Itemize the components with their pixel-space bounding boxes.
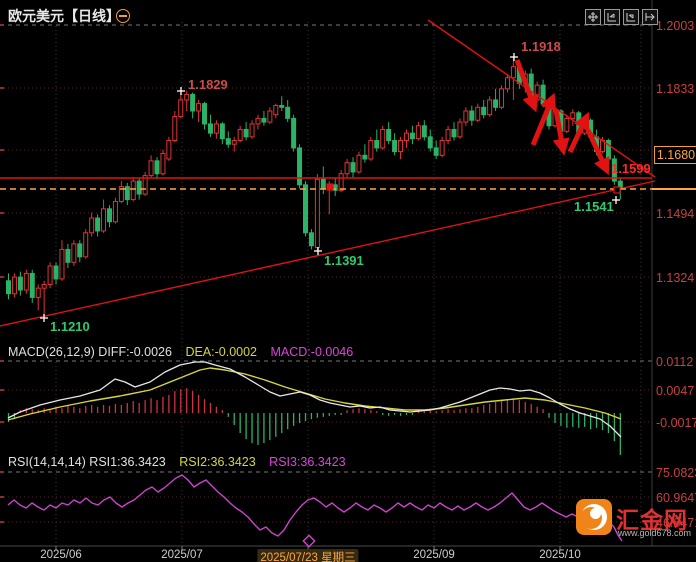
price-annotation-label: 1.1391	[324, 253, 364, 268]
macd-axis-label: -0.0017	[656, 416, 696, 430]
macd-params-diff: MACD(26,12,9) DIFF:-0.0026	[8, 345, 172, 359]
price-annotation-label: 1.1918	[521, 39, 561, 54]
macd-header: MACD(26,12,9) DIFF:-0.0026 DEA:-0.0002 M…	[8, 345, 363, 359]
macd-dea-value: DEA:-0.0002	[185, 345, 258, 359]
rsi3-value: RSI3:36.3423	[269, 455, 346, 469]
price-annotation-label: 1.1599	[611, 161, 651, 176]
scale-left-axis-icon[interactable]	[604, 9, 620, 25]
rsi-axis-label: 75.0823	[656, 466, 696, 480]
price-annotation-label: 1.1541	[574, 199, 614, 214]
trading-chart-app: 欧元美元【日线】 1.2003 1.1833 1.1680 1.1494 1.1…	[0, 0, 696, 562]
watermark-url: www.gold678.com	[618, 528, 692, 538]
scale-right-axis-icon[interactable]	[623, 9, 639, 25]
chart-title: 欧元美元【日线】	[8, 8, 120, 24]
chart-canvas[interactable]	[0, 0, 696, 562]
macd-axis-label: 0.0047	[656, 384, 695, 398]
zoom-out-icon[interactable]	[116, 9, 130, 23]
current-price-box: 1.1680	[654, 146, 696, 164]
price-axis-label: 1.2003	[656, 19, 695, 33]
gold678-logo-icon	[576, 499, 612, 535]
date-axis-label: 2025/06	[40, 549, 82, 561]
rsi2-value: RSI2:36.3423	[179, 455, 256, 469]
date-axis-label: 2025/09	[413, 549, 455, 561]
price-annotation-label: 1.1829	[188, 77, 228, 92]
date-axis-label: 2025/07	[161, 549, 203, 561]
rsi-header: RSI(14,14,14) RSI1:36.3423 RSI2:36.3423 …	[8, 455, 356, 469]
date-axis-label: 2025/10	[539, 549, 581, 561]
watermark-logo: 汇金网 www.gold678.com	[576, 499, 696, 541]
macd-axis-label: 0.0112	[656, 355, 694, 369]
price-axis-label: 1.1324	[656, 271, 695, 285]
date-axis-label-highlighted: 2025/07/23 星期三	[257, 549, 359, 562]
price-axis-label: 1.1833	[656, 82, 695, 96]
rsi-params-rsi1: RSI(14,14,14) RSI1:36.3423	[8, 455, 166, 469]
price-axis-label: 1.1494	[656, 207, 695, 221]
move-icon[interactable]	[585, 9, 601, 25]
price-annotation-label: 1.1210	[50, 319, 90, 334]
macd-value: MACD:-0.0046	[270, 345, 354, 359]
